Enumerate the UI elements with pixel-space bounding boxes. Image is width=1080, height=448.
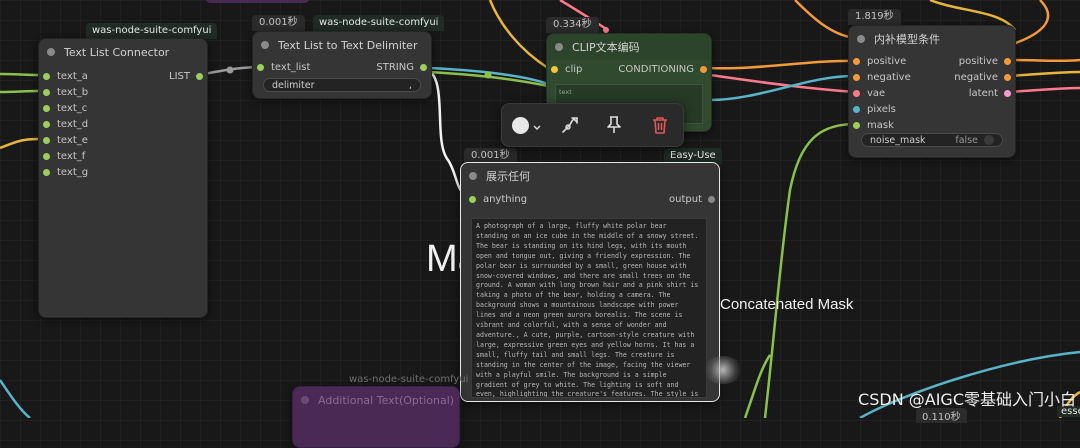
wire-blue-bottom-left <box>0 379 31 418</box>
bypass-button[interactable] <box>558 113 582 137</box>
input-text-list[interactable]: text_list <box>257 60 310 75</box>
wire-yellow-top <box>488 0 549 70</box>
wire-pink-latent <box>1009 86 1080 94</box>
suite-tag: was-node-suite-comfyui <box>313 15 445 31</box>
input-negative[interactable]: negative <box>853 70 911 85</box>
wire-green-bottom <box>743 354 772 418</box>
wire-reroute-dot <box>226 66 234 74</box>
input-mask[interactable]: mask <box>853 118 894 133</box>
execution-time: 1.819秒 <box>848 9 901 25</box>
node-title: Additional Text(Optional) <box>318 393 455 407</box>
output-positive[interactable]: positive <box>959 54 1011 69</box>
wire-yellow-left <box>0 137 39 150</box>
collapse-dot-icon[interactable] <box>469 172 477 180</box>
wire-orange-positive <box>1009 58 1080 63</box>
input-text-a[interactable]: text_a <box>43 69 88 84</box>
color-picker-button[interactable] <box>508 113 544 137</box>
color-picker-icon <box>511 116 529 134</box>
input-vae[interactable]: vae <box>853 86 885 101</box>
input-text-d[interactable]: text_d <box>43 117 88 132</box>
pin-icon <box>607 116 621 133</box>
node-title: 展示任何 <box>486 170 530 183</box>
input-pixels[interactable]: pixels <box>853 102 896 117</box>
collapse-dot-icon[interactable] <box>555 43 563 51</box>
output-text-area[interactable]: A photograph of a large, fluffy white po… <box>471 218 707 398</box>
wire-green-mask <box>763 122 856 418</box>
pin-button[interactable] <box>602 113 626 137</box>
collapse-dot-icon[interactable] <box>301 396 309 404</box>
node-additional-text[interactable]: Additional Text(Optional) <box>292 386 460 448</box>
node-title: CLIP文本编码 <box>572 41 640 54</box>
output-output[interactable]: output <box>669 192 715 207</box>
wire-green-left-2 <box>0 89 39 94</box>
output-conditioning[interactable]: CONDITIONING <box>618 62 707 77</box>
wire-yellow-negative <box>1009 70 1080 78</box>
group-label-concatenated-mask: Concatenated Mask <box>720 296 854 313</box>
input-text-f[interactable]: text_f <box>43 149 85 164</box>
node-text-list-to-delimiter[interactable]: Text List to Text Delimiter text_list ST… <box>252 31 432 99</box>
watermark: CSDN @AIGC零基础入门小白 <box>858 390 1076 409</box>
input-anything[interactable]: anything <box>469 192 527 207</box>
execution-time: 0.110秒 <box>916 408 967 423</box>
input-clip[interactable]: clip <box>551 62 582 77</box>
collapse-dot-icon[interactable] <box>261 41 269 49</box>
output-string[interactable]: STRING <box>376 60 427 75</box>
wire-orange-cond <box>707 59 856 70</box>
node-text-list-connector[interactable]: Text List Connector text_a text_b text_c… <box>38 38 208 318</box>
reroute-blur <box>703 356 743 384</box>
collapse-dot-icon[interactable] <box>857 35 865 43</box>
collapse-dot-icon[interactable] <box>47 48 55 56</box>
input-positive[interactable]: positive <box>853 54 906 69</box>
output-negative[interactable]: negative <box>954 70 1011 85</box>
wire-green-left <box>0 72 39 77</box>
node-title: 内补模型条件 <box>874 33 940 46</box>
output-latent[interactable]: latent <box>969 86 1011 101</box>
wire-green-clip <box>429 70 549 88</box>
wire-pink-vae <box>709 73 856 94</box>
selection-toolbar <box>501 103 684 147</box>
input-text-c[interactable]: text_c <box>43 101 87 116</box>
execution-time: 0.001秒 <box>252 15 305 31</box>
input-text-g[interactable]: text_g <box>43 165 88 180</box>
node-show-any[interactable]: 展示任何 anything output A photograph of a l… <box>460 162 720 402</box>
toggle-knob-icon <box>984 135 994 145</box>
delimiter-field[interactable]: delimiter , <box>263 78 421 92</box>
node-title: Text List to Text Delimiter <box>278 38 418 52</box>
offscreen-node-edge <box>205 0 310 3</box>
bypass-icon <box>562 117 578 133</box>
wire-string-teal <box>429 66 549 86</box>
wire-orange-top <box>794 0 856 40</box>
chevron-down-icon <box>533 116 541 135</box>
delete-button[interactable] <box>648 113 672 137</box>
output-list[interactable]: LIST <box>169 69 203 84</box>
noise-mask-toggle[interactable]: noise_mask false <box>861 133 1003 147</box>
suite-tag: was-node-suite-comfyui <box>86 23 218 39</box>
input-text-b[interactable]: text_b <box>43 85 88 100</box>
node-inpaint-conditioning[interactable]: 内补模型条件 positive negative vae pixels mask… <box>848 25 1016 158</box>
delete-icon <box>653 117 667 134</box>
wire-teal-cond <box>709 74 856 102</box>
execution-time: 0.334秒 <box>546 17 599 33</box>
node-title: Text List Connector <box>64 45 170 59</box>
input-text-e[interactable]: text_e <box>43 133 88 148</box>
